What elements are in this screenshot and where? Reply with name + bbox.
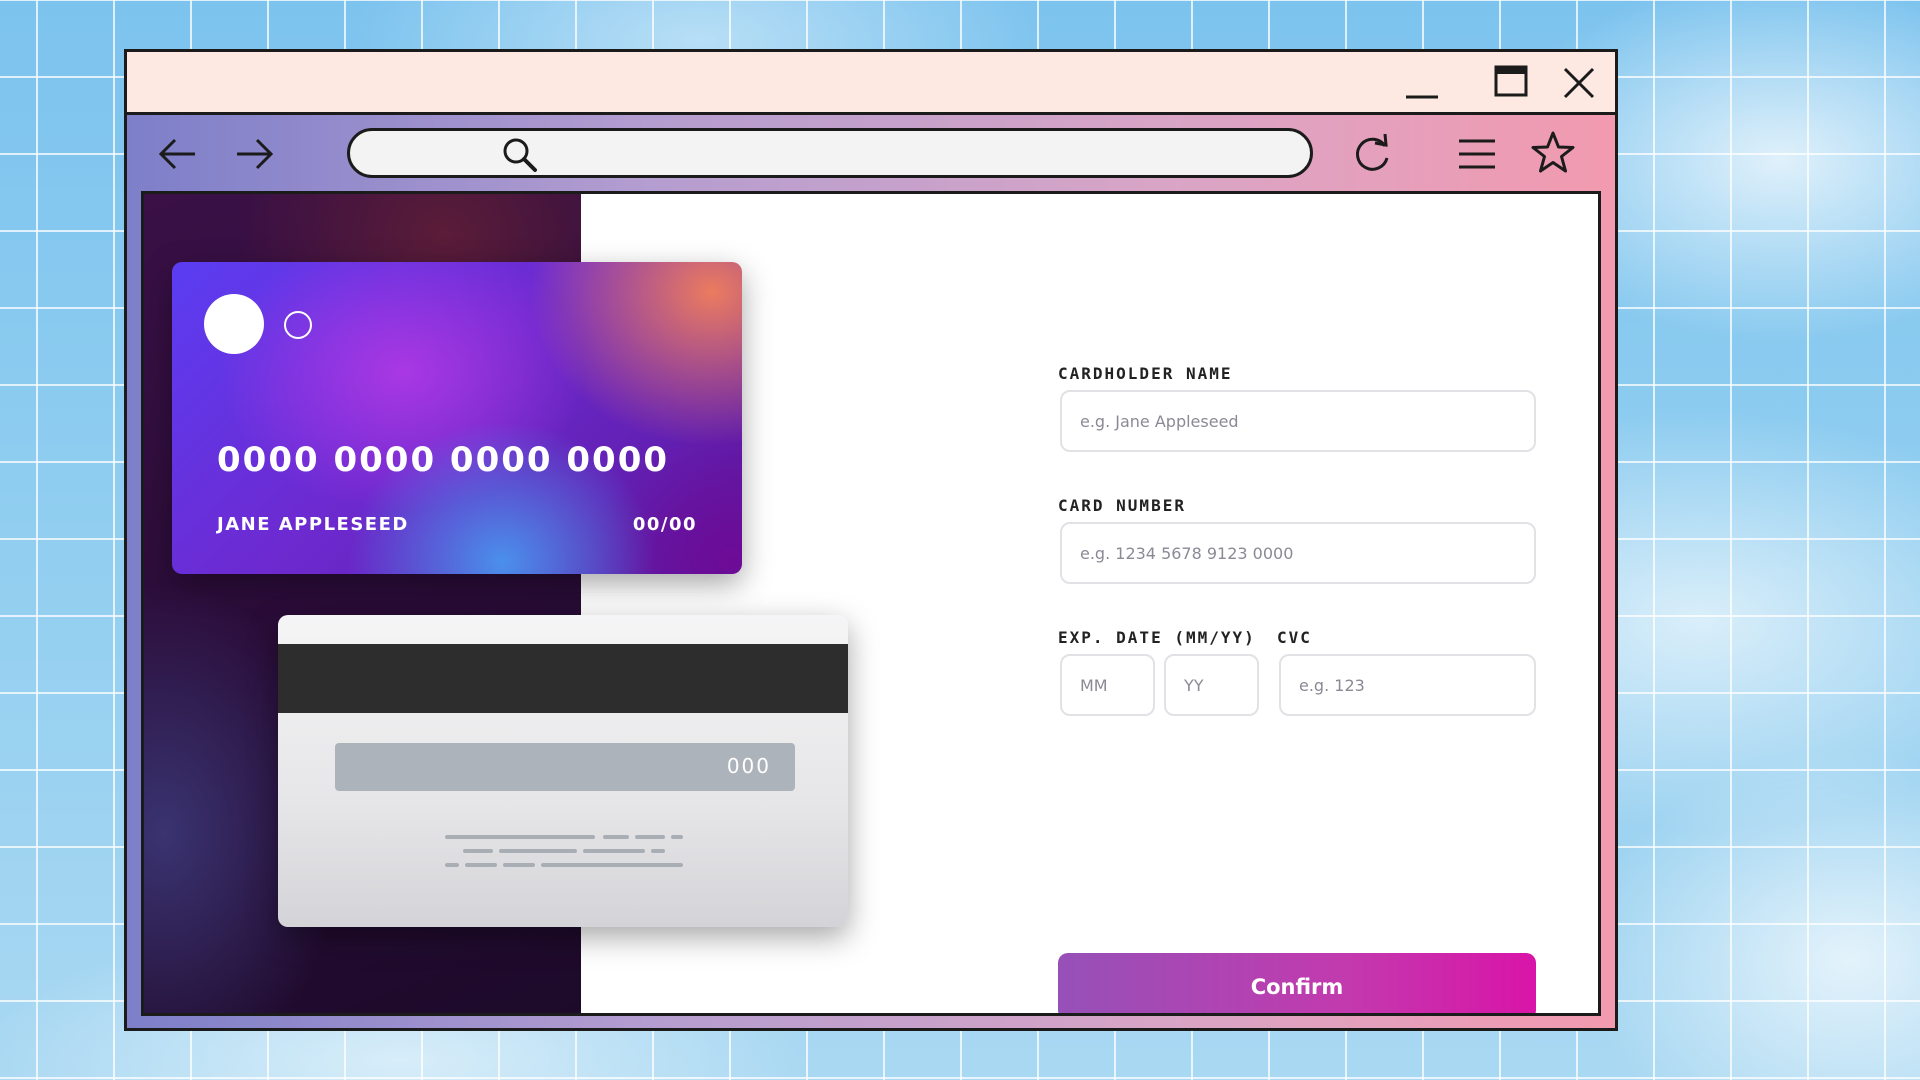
- browser-toolbar: [127, 115, 1615, 192]
- card-front: 0000 0000 0000 0000 JANE APPLESEED 00/00: [172, 262, 742, 574]
- card-back: 000: [278, 615, 848, 927]
- refresh-button[interactable]: [1345, 126, 1401, 182]
- minimize-button[interactable]: [1395, 52, 1449, 112]
- arrow-right-icon: [237, 138, 274, 170]
- exp-month-input[interactable]: [1060, 654, 1155, 716]
- cvc-label: CVC: [1277, 628, 1312, 647]
- cardholder-name-label: CARDHOLDER NAME: [1058, 364, 1233, 383]
- card-number-display: 0000 0000 0000 0000: [217, 440, 670, 480]
- close-button[interactable]: [1553, 52, 1607, 112]
- card-logo-circle-filled: [204, 294, 264, 354]
- page-viewport: 0000 0000 0000 0000 JANE APPLESEED 00/00…: [141, 191, 1601, 1016]
- close-icon: [1563, 67, 1595, 99]
- card-number-input[interactable]: [1060, 522, 1536, 584]
- address-bar[interactable]: [347, 128, 1313, 178]
- menu-button[interactable]: [1449, 126, 1505, 182]
- maximize-button[interactable]: [1485, 52, 1539, 112]
- maximize-icon: [1494, 65, 1528, 97]
- minimize-icon: [1406, 95, 1438, 99]
- search-icon: [503, 138, 537, 172]
- magnetic-stripe: [278, 644, 848, 713]
- refresh-icon: [1355, 133, 1389, 171]
- star-icon: [1531, 131, 1575, 173]
- card-back-fine-print: [445, 835, 683, 867]
- card-expiry-display: 00/00: [632, 514, 697, 535]
- cvc-input[interactable]: [1279, 654, 1536, 716]
- exp-date-label: EXP. DATE (MM/YY): [1058, 628, 1256, 647]
- back-button[interactable]: [149, 126, 205, 182]
- card-number-label: CARD NUMBER: [1058, 496, 1186, 515]
- title-bar: [127, 52, 1615, 115]
- confirm-button[interactable]: Confirm: [1058, 953, 1536, 1013]
- browser-window: 0000 0000 0000 0000 JANE APPLESEED 00/00…: [124, 49, 1618, 1031]
- exp-year-input[interactable]: [1164, 654, 1259, 716]
- forward-button[interactable]: [227, 126, 283, 182]
- signature-strip: 000: [335, 743, 795, 791]
- bookmark-button[interactable]: [1525, 126, 1581, 182]
- cardholder-name-display: JANE APPLESEED: [217, 514, 409, 535]
- cvc-display: 000: [726, 754, 771, 778]
- hamburger-menu-icon: [1459, 139, 1495, 169]
- card-logo-circle-outline: [284, 311, 312, 339]
- cardholder-name-input[interactable]: [1060, 390, 1536, 452]
- arrow-left-icon: [158, 138, 195, 170]
